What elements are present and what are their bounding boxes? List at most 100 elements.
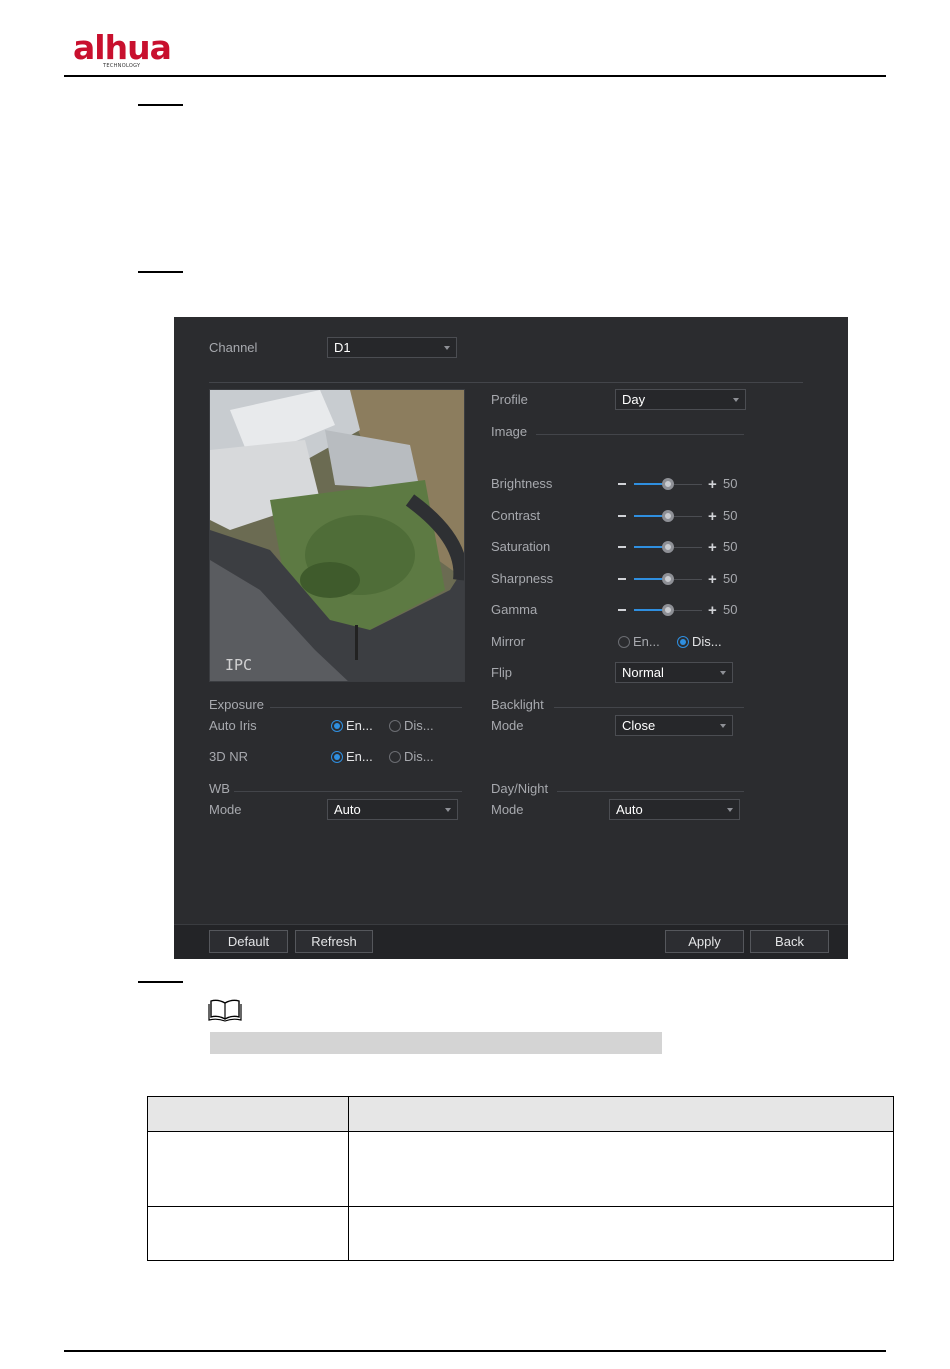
radio-label: En... bbox=[633, 634, 660, 649]
divider bbox=[270, 707, 462, 708]
plus-icon[interactable]: + bbox=[708, 509, 717, 524]
backlight-mode-label: Mode bbox=[491, 718, 524, 733]
table-row bbox=[147, 1206, 894, 1261]
caret-down-icon bbox=[720, 671, 726, 675]
table-header-row bbox=[147, 1096, 894, 1132]
apply-button[interactable]: Apply bbox=[665, 930, 744, 953]
plus-icon[interactable]: + bbox=[708, 540, 717, 555]
minus-icon[interactable] bbox=[618, 578, 626, 580]
back-button[interactable]: Back bbox=[750, 930, 829, 953]
table-cell bbox=[348, 1206, 894, 1261]
daynight-mode-label: Mode bbox=[491, 802, 524, 817]
caret-down-icon bbox=[445, 808, 451, 812]
table-header-cell bbox=[147, 1096, 349, 1132]
table-cell bbox=[147, 1206, 349, 1261]
nr3d-disable-radio[interactable]: Dis... bbox=[389, 749, 434, 765]
slider-label: Saturation bbox=[491, 539, 551, 554]
plus-icon[interactable]: + bbox=[708, 572, 717, 587]
slider-knob[interactable] bbox=[662, 604, 674, 616]
slider-contrast[interactable]: + bbox=[618, 508, 718, 524]
mirror-label: Mirror bbox=[491, 634, 525, 649]
slider-value: 50 bbox=[723, 571, 738, 586]
slider-label: Brightness bbox=[491, 476, 553, 491]
preview-image bbox=[210, 390, 464, 681]
radio-label: Dis... bbox=[692, 634, 722, 649]
auto-iris-enable-radio[interactable]: En... bbox=[331, 718, 373, 734]
backlight-mode-select[interactable]: Close bbox=[615, 715, 733, 736]
radio-icon bbox=[389, 720, 401, 732]
radio-icon bbox=[618, 636, 630, 648]
radio-icon bbox=[677, 636, 689, 648]
slider-gamma[interactable]: + bbox=[618, 602, 718, 618]
logo-text: alhua bbox=[73, 28, 172, 67]
wb-mode-select[interactable]: Auto bbox=[327, 799, 458, 820]
header-rule bbox=[64, 75, 886, 77]
slider-value: 50 bbox=[723, 602, 738, 617]
minus-icon[interactable] bbox=[618, 483, 626, 485]
exposure-section-title: Exposure bbox=[209, 697, 264, 712]
channel-label: Channel bbox=[209, 340, 258, 355]
divider bbox=[557, 791, 744, 792]
auto-iris-label: Auto Iris bbox=[209, 718, 257, 733]
step-marker bbox=[138, 981, 183, 983]
refresh-button[interactable]: Refresh bbox=[295, 930, 373, 953]
slider-knob[interactable] bbox=[662, 478, 674, 490]
daynight-mode-select[interactable]: Auto bbox=[609, 799, 740, 820]
divider bbox=[234, 791, 462, 792]
book-icon bbox=[208, 998, 242, 1022]
divider bbox=[536, 434, 744, 435]
slider-value: 50 bbox=[723, 539, 738, 554]
radio-icon bbox=[331, 751, 343, 763]
slider-knob[interactable] bbox=[662, 541, 674, 553]
plus-icon[interactable]: + bbox=[708, 603, 717, 618]
slider-value: 50 bbox=[723, 476, 738, 491]
logo-subtitle: TECHNOLOGY bbox=[103, 63, 141, 69]
slider-knob[interactable] bbox=[662, 573, 674, 585]
radio-label: Dis... bbox=[404, 749, 434, 764]
flip-select[interactable]: Normal bbox=[615, 662, 733, 683]
backlight-mode-value: Close bbox=[622, 718, 656, 733]
caret-down-icon bbox=[727, 808, 733, 812]
step-marker bbox=[138, 104, 183, 106]
caret-down-icon bbox=[444, 346, 450, 350]
nr3d-enable-radio[interactable]: En... bbox=[331, 749, 373, 765]
radio-label: En... bbox=[346, 718, 373, 733]
radio-label: Dis... bbox=[404, 718, 434, 733]
profile-select[interactable]: Day bbox=[615, 389, 746, 410]
mirror-enable-radio[interactable]: En... bbox=[618, 634, 660, 650]
wb-mode-value: Auto bbox=[334, 802, 361, 817]
channel-value: D1 bbox=[334, 340, 351, 355]
caret-down-icon bbox=[720, 724, 726, 728]
profile-value: Day bbox=[622, 392, 646, 407]
button-bar: Default Refresh Apply Back bbox=[174, 924, 848, 959]
minus-icon[interactable] bbox=[618, 515, 626, 517]
slider-sharpness[interactable]: + bbox=[618, 571, 718, 587]
wb-section-title: WB bbox=[209, 781, 230, 796]
minus-icon[interactable] bbox=[618, 609, 626, 611]
divider bbox=[209, 382, 803, 383]
slider-saturation[interactable]: + bbox=[618, 539, 718, 555]
plus-icon[interactable]: + bbox=[708, 477, 717, 492]
radio-icon bbox=[331, 720, 343, 732]
profile-label: Profile bbox=[491, 392, 528, 407]
footer-rule bbox=[64, 1350, 886, 1352]
table-row bbox=[147, 1131, 894, 1207]
note-bar bbox=[210, 1032, 662, 1054]
auto-iris-disable-radio[interactable]: Dis... bbox=[389, 718, 434, 734]
table-header-cell bbox=[348, 1096, 894, 1132]
image-section-title: Image bbox=[491, 424, 528, 439]
slider-brightness[interactable]: + bbox=[618, 476, 718, 492]
flip-label: Flip bbox=[491, 665, 512, 680]
channel-select[interactable]: D1 bbox=[327, 337, 457, 358]
default-button[interactable]: Default bbox=[209, 930, 288, 953]
wb-mode-label: Mode bbox=[209, 802, 242, 817]
slider-label: Contrast bbox=[491, 508, 541, 523]
mirror-disable-radio[interactable]: Dis... bbox=[677, 634, 722, 650]
daynight-section-title: Day/Night bbox=[491, 781, 549, 796]
step-marker bbox=[138, 271, 183, 273]
dahua-logo: alhua TECHNOLOGY bbox=[73, 30, 193, 72]
radio-label: En... bbox=[346, 749, 373, 764]
slider-knob[interactable] bbox=[662, 510, 674, 522]
flip-value: Normal bbox=[622, 665, 664, 680]
minus-icon[interactable] bbox=[618, 546, 626, 548]
